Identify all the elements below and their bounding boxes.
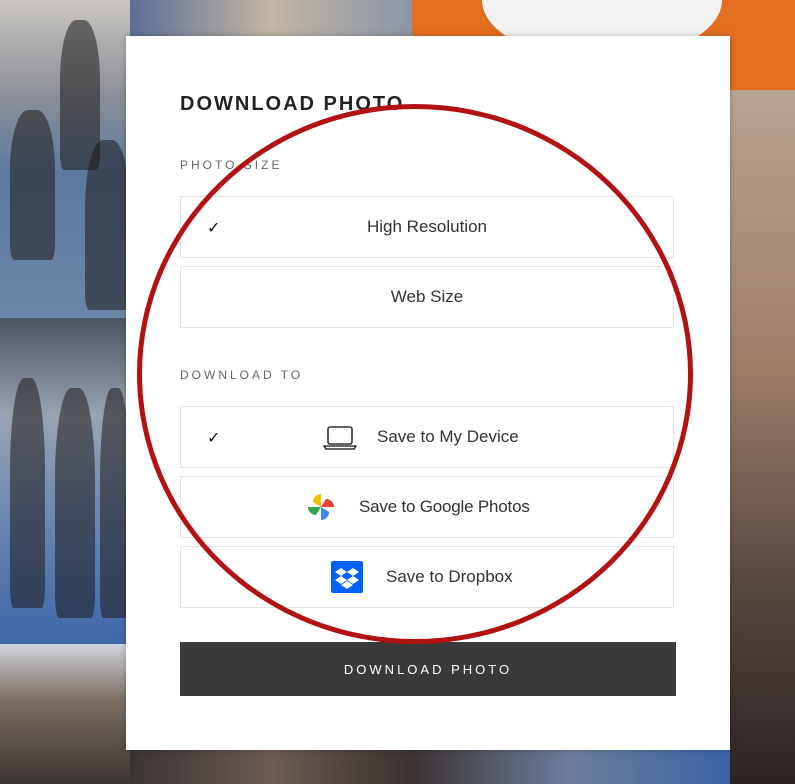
option-label: Save to Dropbox <box>386 567 513 586</box>
dialog-title: DOWNLOAD PHOTO <box>180 93 405 115</box>
option-label: Web Size <box>390 287 464 306</box>
laptop-icon <box>323 425 357 456</box>
option-high-resolution[interactable]: ✓ High Resolution <box>180 196 674 258</box>
check-icon: ✓ <box>207 430 221 447</box>
google-photos-icon <box>305 491 337 528</box>
photo-size-label: PHOTO SIZE <box>180 158 283 172</box>
option-label: Save to My Device <box>377 427 519 446</box>
option-save-to-dropbox[interactable]: Save to Dropbox <box>180 546 674 608</box>
background-photo <box>0 318 130 644</box>
download-photo-button[interactable]: DOWNLOAD PHOTO <box>180 642 676 696</box>
background-photo <box>730 90 795 784</box>
option-label: Save to Google Photos <box>359 497 530 516</box>
background-photo <box>0 644 130 784</box>
background-photo <box>0 0 130 318</box>
option-web-size[interactable]: Web Size <box>180 266 674 328</box>
download-to-label: DOWNLOAD TO <box>180 368 304 382</box>
option-label: High Resolution <box>366 217 487 236</box>
background-photo <box>130 0 412 40</box>
option-save-to-google-photos[interactable]: Save to Google Photos <box>180 476 674 538</box>
download-photo-dialog: DOWNLOAD PHOTO PHOTO SIZE ✓ High Resolut… <box>126 36 730 750</box>
dropbox-icon <box>331 561 363 598</box>
option-save-to-my-device[interactable]: ✓ Save to My Device <box>180 406 674 468</box>
